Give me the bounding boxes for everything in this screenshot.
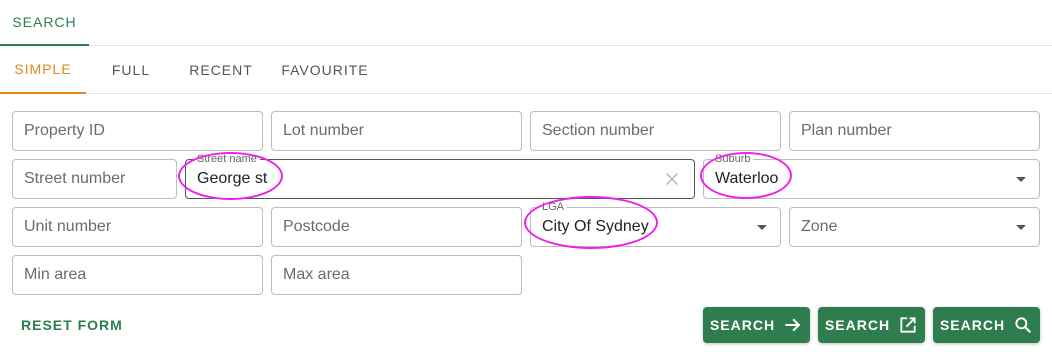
street-number-placeholder: Street number xyxy=(24,170,126,187)
postcode-placeholder: Postcode xyxy=(283,218,350,235)
suburb-value: Waterloo xyxy=(715,170,779,187)
property-id-input[interactable]: Property ID xyxy=(12,111,263,151)
section-number-input[interactable]: Section number xyxy=(530,111,781,151)
reset-form-button[interactable]: RESET FORM xyxy=(12,311,132,339)
lga-select[interactable]: LGA City Of Sydney xyxy=(530,201,781,247)
min-area-placeholder: Min area xyxy=(24,266,87,283)
lot-number-placeholder: Lot number xyxy=(283,122,364,139)
search-button[interactable]: SEARCH xyxy=(703,307,810,343)
postcode-input[interactable]: Postcode xyxy=(271,207,522,247)
unit-number-input[interactable]: Unit number xyxy=(12,207,263,247)
zone-placeholder: Zone xyxy=(801,218,838,235)
max-area-placeholder: Max area xyxy=(283,266,350,283)
lot-number-input[interactable]: Lot number xyxy=(271,111,522,151)
unit-number-placeholder: Unit number xyxy=(24,218,112,235)
clear-icon[interactable] xyxy=(664,171,680,187)
max-area-input[interactable]: Max area xyxy=(271,255,522,295)
search-new-window-label: SEARCH xyxy=(824,317,891,333)
search-magnifier-label: SEARCH xyxy=(939,317,1006,333)
suburb-select[interactable]: Suburb Waterloo xyxy=(703,153,1040,199)
tab-favourite[interactable]: FAVOURITE xyxy=(276,46,374,94)
magnifier-icon xyxy=(1015,317,1031,333)
plan-number-placeholder: Plan number xyxy=(801,122,892,139)
lga-value: City Of Sydney xyxy=(542,218,649,235)
tab-search[interactable]: SEARCH xyxy=(0,0,89,46)
plan-number-input[interactable]: Plan number xyxy=(789,111,1040,151)
open-in-new-icon xyxy=(900,317,916,333)
tab-recent[interactable]: RECENT xyxy=(182,46,260,94)
search-button-label: SEARCH xyxy=(709,317,776,333)
search-new-window-button[interactable]: SEARCH xyxy=(818,307,925,343)
street-name-value: George st xyxy=(197,170,268,187)
property-id-placeholder: Property ID xyxy=(24,122,105,139)
min-area-input[interactable]: Min area xyxy=(12,255,263,295)
search-magnifier-button[interactable]: SEARCH xyxy=(933,307,1040,343)
arrow-right-icon xyxy=(785,318,801,332)
dropdown-arrow-icon xyxy=(1016,177,1026,182)
street-name-input[interactable]: Street name George st xyxy=(185,153,695,199)
dropdown-arrow-icon xyxy=(1016,225,1026,230)
sub-tab-bar: SIMPLE FULL RECENT FAVOURITE xyxy=(0,46,1052,94)
street-number-input[interactable]: Street number xyxy=(12,159,177,199)
top-tab-bar: SEARCH xyxy=(0,0,1052,46)
section-number-placeholder: Section number xyxy=(542,122,655,139)
zone-select[interactable]: Zone xyxy=(789,207,1040,247)
dropdown-arrow-icon xyxy=(757,225,767,230)
tab-simple[interactable]: SIMPLE xyxy=(0,46,86,94)
tab-full[interactable]: FULL xyxy=(96,46,166,94)
